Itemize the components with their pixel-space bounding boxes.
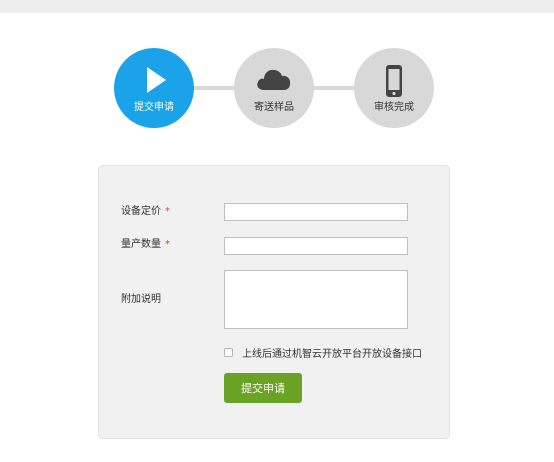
price-label: 设备定价 * (121, 206, 170, 217)
step-label: 寄送样品 (254, 102, 294, 113)
play-icon (114, 64, 194, 96)
required-mark: * (165, 239, 170, 250)
notes-textarea[interactable] (224, 270, 408, 329)
step-label: 审核完成 (374, 102, 414, 113)
quantity-label: 量产数量 * (121, 239, 170, 250)
submit-button[interactable]: 提交申请 (224, 373, 302, 403)
quantity-input[interactable] (224, 237, 408, 255)
open-interface-checkbox[interactable] (224, 348, 233, 357)
required-mark: * (165, 206, 170, 217)
step-label: 提交申请 (134, 102, 174, 113)
step-send-sample: 寄送样品 (234, 48, 314, 128)
phone-icon (354, 64, 434, 97)
top-bar (0, 0, 554, 13)
step-submit-application: 提交申请 (114, 48, 194, 128)
application-form: 设备定价 * 量产数量 * 附加说明 上线后通过机智云开放平台开放设备接口 提交申请 (98, 165, 450, 439)
notes-label: 附加说明 (121, 294, 161, 305)
price-input[interactable] (224, 203, 408, 221)
checkbox-label: 上线后通过机智云开放平台开放设备接口 (242, 349, 422, 360)
open-interface-option[interactable]: 上线后通过机智云开放平台开放设备接口 (224, 345, 422, 360)
cloud-icon (234, 64, 314, 96)
step-review-complete: 审核完成 (354, 48, 434, 128)
